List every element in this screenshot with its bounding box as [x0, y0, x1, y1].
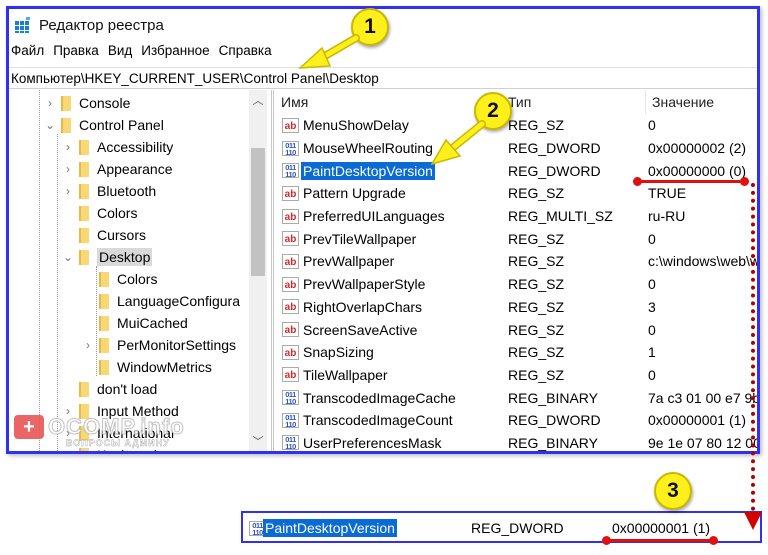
plus-icon: +: [14, 415, 44, 439]
arrow-down-icon: [744, 512, 762, 530]
underline-old-value: [633, 177, 749, 186]
watermark-logo: + OCOMP.info ВОПРОСЫ АДМИНУ: [14, 414, 185, 448]
arrow-2-icon: [430, 120, 486, 166]
watermark-tagline: ВОПРОСЫ АДМИНУ: [66, 438, 170, 448]
arrow-1-icon: [297, 34, 360, 69]
dotted-connector-line: [751, 183, 759, 511]
watermark-brand: OCOMP.info: [48, 414, 185, 440]
underline-new-value: [602, 536, 718, 545]
annotation-arrows: [297, 34, 486, 166]
